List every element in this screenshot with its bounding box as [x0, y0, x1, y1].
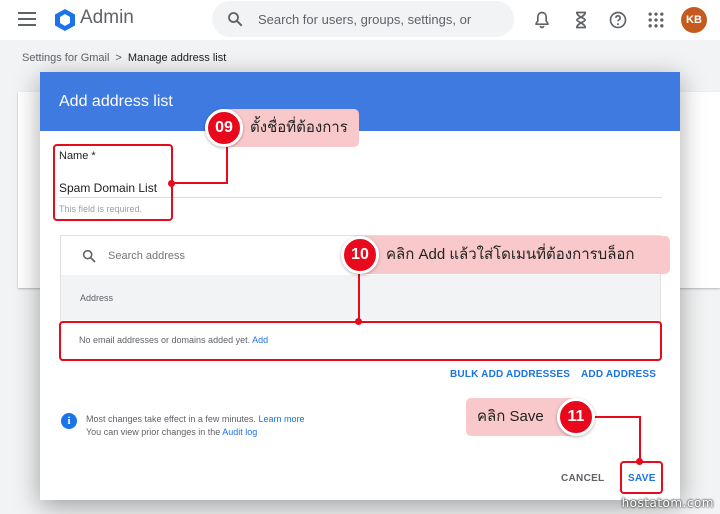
search-placeholder[interactable]: Search for users, groups, settings, or o	[258, 12, 474, 27]
info-icon: i	[61, 413, 77, 429]
annotation-dot	[355, 318, 362, 325]
global-search[interactable]: Search for users, groups, settings, or o	[212, 1, 514, 37]
annotation-connector	[358, 272, 360, 322]
watermark: hostatom.com	[621, 496, 714, 510]
annotation-dot	[636, 458, 643, 465]
top-app-bar: Admin Search for users, groups, settings…	[0, 0, 720, 40]
annotation-connector	[594, 416, 641, 418]
avatar[interactable]: KB	[681, 7, 707, 33]
breadcrumb: Settings for Gmail > Manage address list	[22, 52, 226, 64]
save-button-highlight	[620, 461, 663, 494]
apps-grid-icon[interactable]	[646, 10, 666, 30]
search-icon	[228, 12, 243, 27]
breadcrumb-separator: >	[115, 52, 122, 64]
hourglass-icon[interactable]	[571, 10, 591, 30]
annotation-dot	[168, 180, 175, 187]
cancel-button[interactable]: CANCEL	[561, 473, 604, 484]
search-icon	[82, 249, 96, 263]
bulk-add-addresses-button[interactable]: BULK ADD ADDRESSES	[450, 369, 570, 380]
add-address-button[interactable]: ADD ADDRESS	[581, 369, 656, 380]
annotation-connector	[639, 416, 641, 462]
annotation-connector	[172, 182, 228, 184]
empty-state-highlight	[59, 321, 662, 361]
info-message: Most changes take effect in a few minute…	[86, 413, 304, 439]
address-column-header[interactable]: Address	[80, 293, 113, 303]
name-field-highlight	[53, 144, 173, 221]
annotation-connector	[226, 146, 228, 184]
step-09-badge: 09	[205, 109, 243, 147]
address-table-header: Address	[61, 275, 660, 320]
info-line-2: You can view prior changes in the	[86, 427, 221, 437]
admin-logo-icon[interactable]	[53, 8, 77, 32]
audit-log-link[interactable]: Audit log	[222, 427, 257, 437]
menu-icon[interactable]	[18, 12, 36, 26]
add-address-list-dialog: Add address list Name * This field is re…	[40, 72, 680, 500]
help-icon[interactable]	[608, 10, 628, 30]
info-line-1: Most changes take effect in a few minute…	[86, 414, 256, 424]
breadcrumb-current: Manage address list	[127, 52, 227, 64]
breadcrumb-parent[interactable]: Settings for Gmail	[22, 52, 109, 64]
learn-more-link[interactable]: Learn more	[258, 414, 304, 424]
dialog-title: Add address list	[59, 93, 173, 110]
bell-icon[interactable]	[532, 10, 552, 30]
step-11-badge: 11	[557, 398, 595, 436]
dialog-header: Add address list	[40, 72, 680, 131]
step-10-badge: 10	[341, 236, 379, 274]
address-search-input[interactable]	[108, 247, 328, 265]
callout-step-10: คลิก Add แล้วใส่โดเมนที่ต้องการบล็อก	[352, 236, 670, 274]
app-title: Admin	[80, 7, 134, 28]
